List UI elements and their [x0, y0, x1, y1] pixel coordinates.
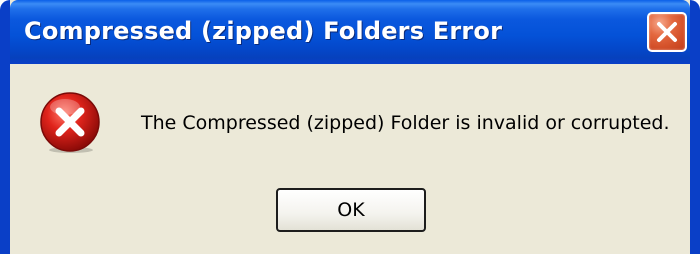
title-bar[interactable]: Compressed (zipped) Folders Error [10, 0, 690, 64]
error-message: The Compressed (zipped) Folder is invali… [141, 112, 670, 134]
dialog-title: Compressed (zipped) Folders Error [24, 17, 503, 45]
error-icon [40, 92, 100, 153]
ok-button[interactable]: OK [276, 188, 426, 232]
close-button[interactable] [647, 12, 687, 52]
error-dialog: Compressed (zipped) Folders Error The Co… [0, 0, 700, 254]
close-icon [657, 22, 677, 42]
